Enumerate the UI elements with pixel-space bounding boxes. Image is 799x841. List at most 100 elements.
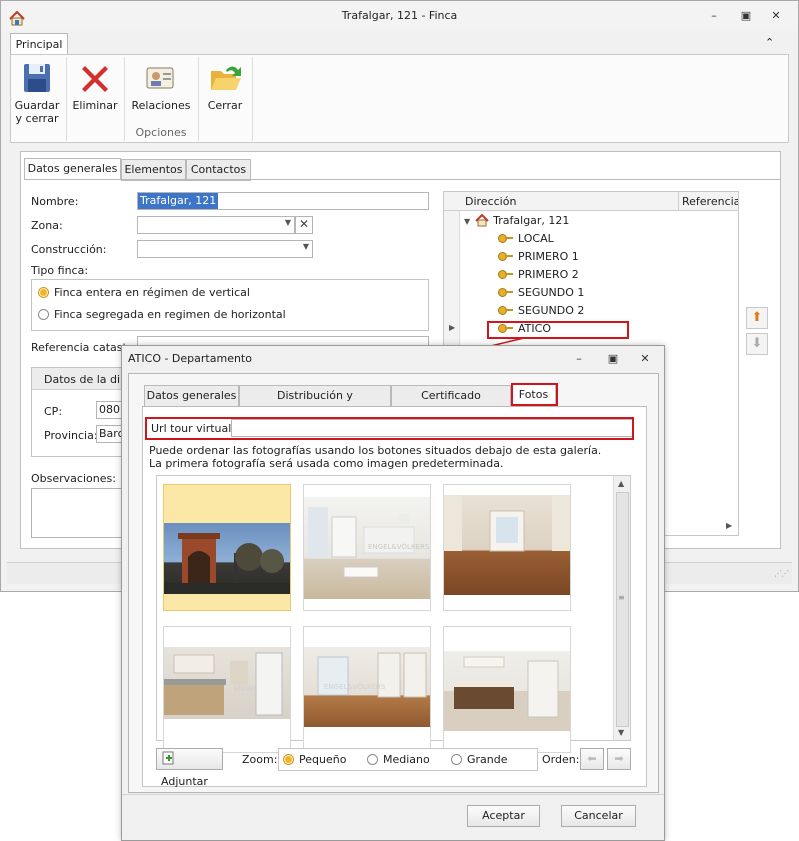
resize-grip-icon[interactable]: ⋰⋰ — [774, 569, 789, 578]
ribbon: Guardar y cerrar Eliminar Relaciones Opc… — [10, 54, 789, 143]
dropdown-arrow-icon[interactable]: ▼ — [303, 242, 309, 251]
tab-elementos[interactable]: Elementos — [121, 159, 186, 181]
close-icon[interactable]: ✕ — [769, 9, 783, 23]
close-label: Cerrar — [207, 99, 243, 112]
order-label: Orden: — [542, 753, 580, 766]
tree-item[interactable]: SEGUNDO 2 — [498, 302, 584, 320]
tree-item-label: PRIMERO 2 — [518, 268, 579, 281]
column-referencia[interactable]: Referencia C — [682, 195, 738, 208]
tab-principal[interactable]: Principal — [10, 33, 68, 55]
open-folder-icon — [208, 61, 242, 95]
scroll-right-icon[interactable]: ▶ — [726, 521, 732, 530]
radio-vertical-label: Finca entera en régimen de vertical — [54, 286, 250, 299]
photo-arc-de-triomf — [164, 523, 290, 594]
tree-item-label: LOCAL — [518, 232, 554, 245]
tree-item[interactable]: PRIMERO 1 — [498, 248, 579, 266]
photo-thumbnail[interactable] — [443, 484, 571, 611]
construccion-combo[interactable]: ▼ — [137, 240, 313, 258]
zona-combo[interactable]: ▼ — [137, 216, 295, 234]
photo-thumbnail[interactable]: ENGEL — [163, 626, 291, 753]
highlight-url-tour — [145, 417, 634, 440]
close-button[interactable]: Cerrar — [203, 55, 247, 142]
radio-horizontal[interactable]: Finca segregada en regimen de horizontal — [38, 308, 286, 321]
title-bar: Trafalgar, 121 - Finca – ▣ ✕ — [1, 1, 798, 31]
scroll-up-icon[interactable]: ▲ — [618, 479, 624, 488]
order-left-button[interactable]: ⬅ — [580, 748, 604, 770]
tree-item[interactable]: SEGUNDO 1 — [498, 284, 584, 302]
key-icon — [498, 306, 514, 315]
dropdown-arrow-icon[interactable]: ▼ — [285, 218, 291, 227]
photo-open-kitchen — [444, 651, 570, 731]
photo-thumbnail[interactable] — [443, 626, 571, 753]
attach-label: Adjuntar — [161, 775, 208, 788]
window-title: Trafalgar, 121 - Finca — [341, 9, 458, 22]
photo-thumbnail-selected[interactable] — [163, 484, 291, 611]
radio-selected-icon — [38, 287, 49, 298]
nombre-label: Nombre: — [31, 195, 79, 208]
cp-label: CP: — [44, 405, 63, 418]
scroll-down-icon[interactable]: ▼ — [618, 728, 624, 737]
gallery-info-text: Puede ordenar las fotografías usando los… — [149, 444, 602, 470]
relations-label: Relaciones — [131, 99, 191, 112]
zoom-medium-label: Mediano — [383, 753, 430, 766]
tab-datos-generales[interactable]: Datos generales — [144, 385, 239, 407]
tree-item-label: PRIMERO 1 — [518, 250, 579, 263]
expand-chevron-icon[interactable]: ▼ — [464, 217, 470, 226]
photo-thumbnail[interactable]: ENGEL&VÖLKERS — [303, 484, 431, 611]
provincia-label: Provincia: — [44, 429, 98, 442]
delete-button[interactable]: Eliminar — [71, 55, 119, 142]
house-icon — [475, 213, 489, 233]
minimize-icon[interactable]: – — [707, 9, 721, 23]
attach-button[interactable]: Adjuntar — [156, 748, 223, 788]
arrow-right-icon: ➡ — [614, 752, 624, 765]
relations-button[interactable]: Relaciones Opciones — [129, 55, 193, 142]
maximize-icon[interactable]: ▣ — [739, 9, 753, 23]
arrow-up-icon: ⬆ — [751, 310, 763, 325]
nombre-input[interactable]: Trafalgar, 121 — [137, 192, 429, 210]
tree-item[interactable]: PRIMERO 2 — [498, 266, 579, 284]
tab-datos-generales[interactable]: Datos generales — [24, 158, 121, 180]
tipo-finca-label: Tipo finca: — [31, 264, 89, 277]
radio-icon — [367, 754, 378, 765]
close-icon[interactable]: ✕ — [638, 352, 652, 366]
tree-root-label: Trafalgar, 121 — [493, 214, 570, 227]
photo-empty-room — [444, 495, 570, 595]
cancel-button[interactable]: Cancelar — [561, 805, 636, 827]
radio-icon — [451, 754, 462, 765]
column-direccion[interactable]: Dirección — [465, 195, 516, 208]
tree-root[interactable]: ▼ Trafalgar, 121 — [464, 212, 569, 230]
zoom-medium-radio[interactable]: Mediano — [367, 753, 430, 766]
photo-bedroom: ENGEL&VÖLKERS — [304, 647, 430, 727]
zoom-small-label: Pequeño — [299, 753, 347, 766]
minimize-icon[interactable]: – — [572, 352, 586, 366]
tab-certificado[interactable]: Certificado energético — [391, 385, 511, 422]
save-close-label: Guardar y cerrar — [14, 99, 60, 125]
tree-item[interactable]: LOCAL — [498, 230, 554, 248]
order-right-button[interactable]: ➡ — [607, 748, 631, 770]
construccion-label: Construcción: — [31, 243, 107, 256]
zoom-large-radio[interactable]: Grande — [451, 753, 508, 766]
save-close-button[interactable]: Guardar y cerrar — [13, 55, 61, 142]
tree-item-label: SEGUNDO 1 — [518, 286, 585, 299]
photo-kitchen: ENGEL — [164, 647, 290, 719]
tab-distribucion[interactable]: Distribución y características — [239, 385, 391, 422]
radio-vertical[interactable]: Finca entera en régimen de vertical — [38, 286, 250, 299]
zona-clear-button[interactable]: ✕ — [295, 216, 313, 234]
move-down-button[interactable]: ⬇ — [746, 333, 768, 355]
collapse-ribbon-icon[interactable]: ⌃ — [765, 36, 774, 49]
key-icon — [498, 270, 514, 279]
move-up-button[interactable]: ⬆ — [746, 307, 768, 329]
attach-add-icon — [161, 751, 175, 772]
clear-x-icon: ✕ — [298, 217, 310, 231]
photo-living-room: ENGEL&VÖLKERS — [304, 497, 430, 599]
zoom-small-radio[interactable]: Pequeño — [283, 753, 346, 766]
maximize-icon[interactable]: ▣ — [606, 352, 620, 366]
photo-thumbnail[interactable]: ENGEL&VÖLKERS — [303, 626, 431, 753]
gallery-scrollbar[interactable]: ▲ ≡ ▼ — [613, 476, 630, 740]
highlight-fotos-tab — [511, 383, 558, 406]
floppy-disk-icon — [20, 61, 54, 95]
radio-icon — [38, 309, 49, 320]
nombre-value: Trafalgar, 121 — [138, 193, 219, 209]
accept-button[interactable]: Aceptar — [467, 805, 540, 827]
tab-contactos[interactable]: Contactos — [186, 159, 251, 181]
